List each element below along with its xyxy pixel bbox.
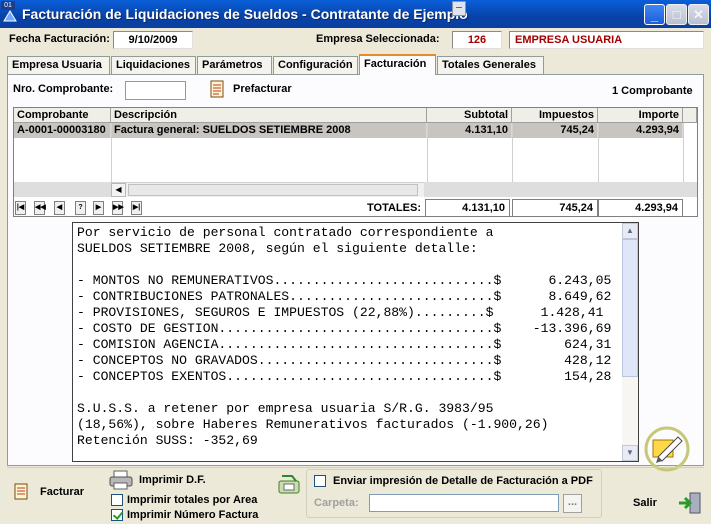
total-impuestos: 745,24	[512, 199, 598, 217]
salir-button[interactable]: Salir	[633, 497, 657, 509]
grid-line	[598, 123, 599, 182]
cell-comprobante[interactable]: A-0001-00003180	[14, 123, 111, 138]
column-header-descripcion[interactable]: Descripción	[111, 108, 427, 123]
detalle-scroll-thumb[interactable]	[622, 239, 638, 377]
column-header-impuestos[interactable]: Impuestos	[512, 108, 598, 123]
window-title: Facturación de Liquidaciones de Sueldos …	[22, 6, 468, 22]
nro-comprobante-input[interactable]	[125, 81, 186, 100]
browse-folder-button[interactable]: ...	[563, 494, 582, 513]
pdf-export-icon[interactable]	[276, 472, 302, 498]
exit-door-icon[interactable]	[677, 490, 703, 516]
cell-subtotal[interactable]: 4.131,10	[427, 123, 512, 138]
prev-page-button[interactable]: ◀◀	[34, 201, 46, 215]
cell-descripcion[interactable]: Factura general: SUELDOS SETIEMBRE 2008	[111, 123, 427, 138]
fecha-field[interactable]: 9/10/2009	[113, 31, 193, 49]
imprimir-totales-checkbox[interactable]	[111, 494, 123, 506]
scroll-up-icon[interactable]: ▲	[622, 223, 638, 239]
grid-line	[512, 123, 513, 182]
scroll-down-icon[interactable]: ▼	[622, 445, 638, 461]
column-header-filler	[683, 108, 697, 123]
empresa-label: Empresa Seleccionada:	[316, 33, 440, 45]
tab-empresa-usuaria[interactable]: Empresa Usuaria	[7, 56, 110, 74]
minimize-button[interactable]: _	[644, 4, 665, 25]
column-header-subtotal[interactable]: Subtotal	[427, 108, 512, 123]
grid-line	[111, 123, 112, 182]
grid-line	[683, 123, 684, 182]
maximize-button[interactable]: □	[666, 4, 687, 25]
detalle-text: Por servicio de personal contratado corr…	[77, 225, 612, 448]
tab-facturacion[interactable]: Facturación	[359, 54, 436, 75]
fecha-label: Fecha Facturación:	[9, 33, 110, 45]
comprobante-count: 1 Comprobante	[612, 85, 693, 97]
detalle-textarea[interactable]: Por servicio de personal contratado corr…	[72, 222, 639, 462]
facturar-button[interactable]: Facturar	[40, 486, 84, 498]
grid-header: Comprobante Descripción Subtotal Impuest…	[14, 108, 697, 123]
facturar-icon[interactable]	[14, 483, 28, 500]
enviar-pdf-label: Enviar impresión de Detalle de Facturaci…	[333, 475, 593, 487]
close-button[interactable]: ✕	[688, 4, 709, 25]
app-icon	[3, 10, 17, 22]
nro-comprobante-label: Nro. Comprobante:	[13, 83, 114, 95]
prev-record-button[interactable]: ◀	[54, 201, 65, 215]
edit-detail-icon[interactable]	[643, 425, 691, 473]
imprimir-df-button[interactable]: Imprimir D.F.	[139, 474, 206, 486]
tab-totales-generales[interactable]: Totales Generales	[437, 56, 544, 74]
grid-horizontal-scrollbar[interactable]: ◀	[111, 182, 424, 197]
enviar-pdf-checkbox[interactable]	[314, 475, 326, 487]
column-header-comprobante[interactable]: Comprobante	[14, 108, 111, 123]
tab-configuracion[interactable]: Configuración	[273, 56, 358, 74]
cell-importe[interactable]: 4.293,94	[598, 123, 683, 138]
scroll-left-icon[interactable]: ◀	[111, 183, 126, 197]
total-importe: 4.293,94	[598, 199, 683, 217]
tab-parametros[interactable]: Parámetros	[197, 56, 272, 74]
next-page-button[interactable]: ▶▶	[112, 201, 124, 215]
column-header-importe[interactable]: Importe	[598, 108, 683, 123]
imprimir-totales-label: Imprimir totales por Area	[127, 494, 258, 506]
grid-scroll-thumb[interactable]	[128, 184, 418, 196]
grid-line	[427, 123, 428, 182]
carpeta-input[interactable]	[369, 494, 559, 512]
empresa-code-field[interactable]: 126	[452, 31, 502, 49]
first-record-button[interactable]: |◀	[15, 201, 26, 215]
prefacturar-button[interactable]: Prefacturar	[233, 83, 292, 95]
detalle-vertical-scrollbar[interactable]: ▲ ▼	[622, 223, 638, 461]
overlay-minimize-box[interactable]	[452, 1, 466, 16]
window-badge: 01	[1, 1, 15, 10]
imprimir-numero-label: Imprimir Número Factura	[127, 509, 259, 521]
bottom-divider	[7, 467, 704, 468]
total-subtotal: 4.131,10	[425, 199, 510, 217]
search-record-button[interactable]: ?	[75, 201, 86, 215]
totales-label: TOTALES:	[367, 202, 421, 214]
empresa-name-field: EMPRESA USUARIA	[509, 31, 704, 49]
last-record-button[interactable]: ▶|	[131, 201, 142, 215]
printer-icon[interactable]	[108, 470, 134, 490]
next-record-button[interactable]: ▶	[93, 201, 104, 215]
title-bar: 01 Facturación de Liquidaciones de Sueld…	[0, 0, 711, 28]
tab-liquidaciones[interactable]: Liquidaciones	[111, 56, 196, 74]
prefacturar-icon[interactable]	[210, 80, 224, 98]
imprimir-numero-checkbox[interactable]	[111, 509, 123, 521]
cell-impuestos[interactable]: 745,24	[512, 123, 598, 138]
carpeta-label: Carpeta:	[314, 497, 359, 509]
